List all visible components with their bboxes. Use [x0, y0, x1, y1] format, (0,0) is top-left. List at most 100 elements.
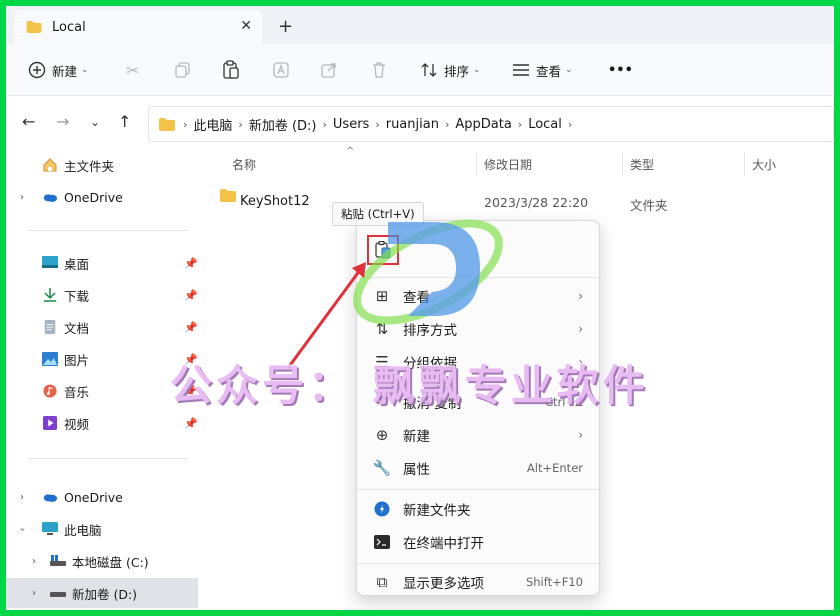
new-folder-icon	[373, 500, 391, 518]
navigation-row: ← → ⌄ ↑ › 此电脑 › 新加卷 (D:) › Users › ruanj…	[6, 102, 834, 146]
menu-item-new[interactable]: ⊕ 新建 ›	[365, 420, 591, 450]
breadcrumb-local[interactable]: Local	[528, 117, 562, 132]
breadcrumb-this-pc[interactable]: 此电脑	[193, 115, 232, 134]
plus-circle-icon	[28, 61, 46, 79]
tab-local[interactable]: Local ✕	[14, 10, 262, 44]
chevron-right-icon[interactable]: ›	[32, 588, 36, 599]
menu-item-label: 显示更多选项	[403, 576, 484, 592]
sidebar-item-label: 下载	[64, 288, 90, 304]
menu-item-open-terminal[interactable]: 在终端中打开	[365, 527, 591, 557]
menu-item-properties[interactable]: 🔧 属性 Alt+Enter	[365, 453, 591, 483]
column-header-modified[interactable]: 修改日期	[484, 156, 532, 173]
sidebar-item-onedrive-2[interactable]: › OneDrive	[6, 482, 198, 512]
menu-item-label: 新建	[403, 429, 430, 445]
home-icon	[43, 158, 57, 172]
chevron-down-icon[interactable]: ›	[17, 527, 28, 531]
chevron-right-icon[interactable]: ›	[20, 492, 24, 503]
chevron-down-icon[interactable]: ⌄	[90, 115, 100, 129]
new-tab-button[interactable]: +	[278, 16, 293, 37]
tab-title: Local	[52, 19, 86, 35]
sort-label: 排序	[444, 63, 470, 79]
document-icon	[44, 320, 56, 334]
sidebar-item-this-pc[interactable]: › 此电脑	[6, 514, 198, 544]
menu-item-new-folder[interactable]: 新建文件夹	[365, 494, 591, 524]
chevron-right-icon: ›	[517, 117, 523, 131]
sidebar-item-desktop[interactable]: 桌面 📌	[6, 248, 198, 278]
sidebar-item-documents[interactable]: 文档 📌	[6, 312, 198, 342]
sidebar-item-home[interactable]: 主文件夹	[6, 150, 198, 180]
folder-icon	[159, 117, 175, 131]
download-icon	[44, 288, 56, 302]
chevron-right-icon[interactable]: ›	[20, 192, 24, 203]
pin-icon: 📌	[184, 256, 198, 270]
menu-item-shortcut: Shift+F10	[525, 575, 583, 589]
chevron-right-icon: ›	[238, 117, 243, 131]
sort-ascending-icon: ^	[346, 146, 355, 157]
chevron-right-icon: ›	[578, 289, 583, 303]
copy-icon[interactable]	[174, 58, 192, 82]
folder-icon	[26, 21, 42, 33]
command-bar: 新建 ⌄ ✂ 排序 ⌄ 查看 ⌄ •••	[6, 44, 834, 96]
back-arrow-icon[interactable]: ←	[22, 112, 35, 131]
column-divider[interactable]	[476, 152, 477, 176]
terminal-icon	[373, 533, 391, 551]
sidebar-item-label: OneDrive	[64, 489, 123, 505]
video-icon	[43, 416, 57, 430]
column-header-type[interactable]: 类型	[630, 156, 654, 173]
watermark-logo	[353, 219, 503, 325]
sidebar-item-drive-c[interactable]: › 本地磁盘 (C:)	[6, 546, 198, 576]
chevron-right-icon[interactable]: ›	[32, 556, 36, 567]
chevron-right-icon: ›	[322, 117, 327, 131]
desktop-icon	[42, 256, 58, 268]
sort-icon	[421, 63, 437, 77]
breadcrumb-drive-d[interactable]: 新加卷 (D:)	[249, 115, 317, 134]
sidebar-item-label: 此电脑	[64, 522, 102, 538]
cut-icon[interactable]: ✂	[126, 58, 139, 82]
sidebar-item-label: 新加卷 (D:)	[72, 586, 138, 602]
menu-item-label: 新建文件夹	[403, 503, 471, 519]
chevron-right-icon: ›	[567, 117, 573, 131]
chevron-right-icon: ›	[444, 117, 450, 131]
wrench-icon: 🔧	[372, 459, 392, 477]
pictures-icon	[42, 352, 58, 366]
drive-icon	[50, 592, 66, 597]
drive-icon	[50, 555, 66, 566]
share-icon[interactable]	[320, 58, 338, 82]
sort-button[interactable]: 排序 ⌄	[420, 58, 481, 82]
new-button[interactable]: 新建 ⌄	[28, 58, 89, 82]
paste-toolbar-icon[interactable]	[222, 58, 240, 82]
view-button[interactable]: 查看 ⌄	[512, 58, 573, 82]
column-header-name[interactable]: 名称	[232, 156, 256, 173]
menu-item-label: 属性	[403, 462, 430, 478]
chevron-right-icon: ›	[375, 117, 380, 131]
menu-separator	[357, 563, 601, 564]
more-options-button[interactable]: •••	[608, 58, 633, 82]
menu-item-show-more-options[interactable]: ⧉ 显示更多选项 Shift+F10	[365, 567, 591, 597]
rename-icon[interactable]	[272, 58, 290, 82]
file-modified: 2023/3/28 22:20	[484, 195, 589, 210]
forward-arrow-icon[interactable]: →	[56, 112, 69, 131]
close-icon[interactable]: ✕	[240, 18, 252, 34]
sidebar-item-label: 音乐	[64, 384, 90, 400]
chevron-down-icon: ⌄	[473, 65, 481, 75]
up-arrow-icon[interactable]: ↑	[118, 112, 131, 131]
chevron-down-icon: ⌄	[565, 65, 573, 75]
chevron-down-icon: ⌄	[81, 65, 89, 75]
chevron-right-icon: ›	[183, 117, 188, 131]
delete-icon[interactable]	[370, 58, 388, 82]
breadcrumb-ruanjian[interactable]: ruanjian	[386, 117, 439, 132]
address-bar[interactable]: › 此电脑 › 新加卷 (D:) › Users › ruanjian › Ap…	[148, 106, 834, 142]
breadcrumb-appdata[interactable]: AppData	[455, 117, 511, 132]
column-divider[interactable]	[744, 152, 745, 176]
sidebar-item-onedrive[interactable]: › OneDrive	[6, 182, 198, 212]
breadcrumb-users[interactable]: Users	[333, 117, 369, 132]
column-header-size[interactable]: 大小	[752, 156, 776, 173]
column-divider[interactable]	[622, 152, 623, 176]
sidebar-item-drive-d[interactable]: › 新加卷 (D:)	[6, 578, 198, 608]
sidebar-divider	[28, 458, 188, 459]
sidebar-item-label: 主文件夹	[64, 158, 115, 174]
folder-icon	[220, 189, 236, 202]
sidebar-item-downloads[interactable]: 下载 📌	[6, 280, 198, 310]
file-explorer-window: Local ✕ + 新建 ⌄ ✂ 排序 ⌄ 查看 ⌄ ••• ← → ⌄ ↑ ›…	[6, 6, 834, 610]
sidebar-item-label: 图片	[64, 352, 90, 368]
